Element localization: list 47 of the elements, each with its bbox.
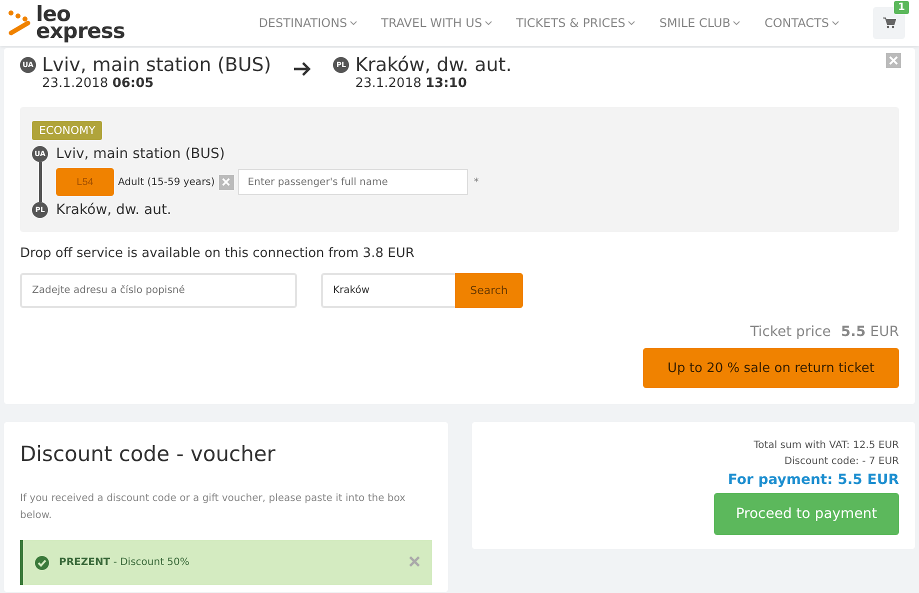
close-icon: [222, 178, 230, 186]
departure-datetime: 23.1.2018 13:10: [355, 76, 468, 91]
proceed-button[interactable]: Proceed to payment: [714, 493, 899, 535]
close-icon: [889, 56, 898, 65]
departure-datetime: 23.1.2018 06:05: [42, 76, 155, 91]
station-name: Lviv, main station (BUS): [42, 54, 272, 76]
discount-description: If you received a discount code or a gift voucher, please paste it into the box below.: [20, 492, 406, 523]
nav-link[interactable]: TRAVEL WITH US: [381, 16, 492, 30]
search-button[interactable]: Search: [455, 273, 523, 308]
discount-title: Discount code - voucher: [20, 442, 276, 466]
cart-count-badge: 1: [894, 1, 909, 14]
remove-button[interactable]: [218, 174, 234, 190]
chevron-down-icon: [832, 20, 839, 26]
nav-link[interactable]: CONTACTS: [764, 16, 839, 30]
passenger-type: Adult (15-59 years): [118, 176, 215, 188]
station-name: Kraków, dw. aut.: [355, 54, 512, 76]
dropoff-text: Drop off service is available on this connection from 3.8 EUR: [20, 246, 416, 261]
return-sale-button[interactable]: Up to 20 % sale on return ticket: [643, 348, 899, 388]
close-button[interactable]: [886, 53, 901, 68]
chevron-down-icon: [628, 20, 636, 26]
chevron-down-icon: [733, 20, 740, 26]
required-mark: *: [474, 176, 479, 188]
ticket-price-label: Ticket price: [750, 324, 831, 340]
nav-link[interactable]: DESTINATIONS: [258, 16, 358, 30]
chevron-down-icon: [350, 20, 358, 26]
passenger-name-field[interactable]: Enter passenger's full name: [238, 169, 468, 195]
discount-sum: Discount code: - 7 EUR: [784, 456, 899, 467]
address-field[interactable]: Zadejte adresu a číslo popisné: [20, 273, 297, 308]
nav-link[interactable]: TICKETS & PRICES: [516, 16, 636, 30]
check-circle-icon: [35, 556, 49, 570]
nav-link[interactable]: SMILE CLUB: [659, 16, 740, 30]
city-field[interactable]: Kraków: [321, 273, 455, 308]
station-name: Lviv, main station (BUS): [56, 146, 226, 162]
cart-icon: [882, 17, 896, 29]
class-badge: ECONOMY: [32, 121, 102, 140]
arrow-right-icon: [293, 62, 312, 76]
total-sum: Total sum with VAT: 12.5 EUR: [754, 440, 899, 451]
chevron-down-icon: [485, 20, 492, 26]
voucher-text: PREZENT - Discount 50%: [59, 557, 190, 568]
logo-text: leo: [36, 6, 72, 23]
station-name: Kraków, dw. aut.: [56, 202, 172, 218]
logo-text: express: [36, 23, 125, 40]
payment-total: For payment: 5.5 EUR: [728, 472, 899, 488]
close-icon: [409, 556, 420, 566]
ticket-price: 5.5 EUR: [840, 324, 899, 340]
seat-button[interactable]: L54: [56, 168, 114, 196]
logo-dots-icon: [8, 10, 32, 36]
